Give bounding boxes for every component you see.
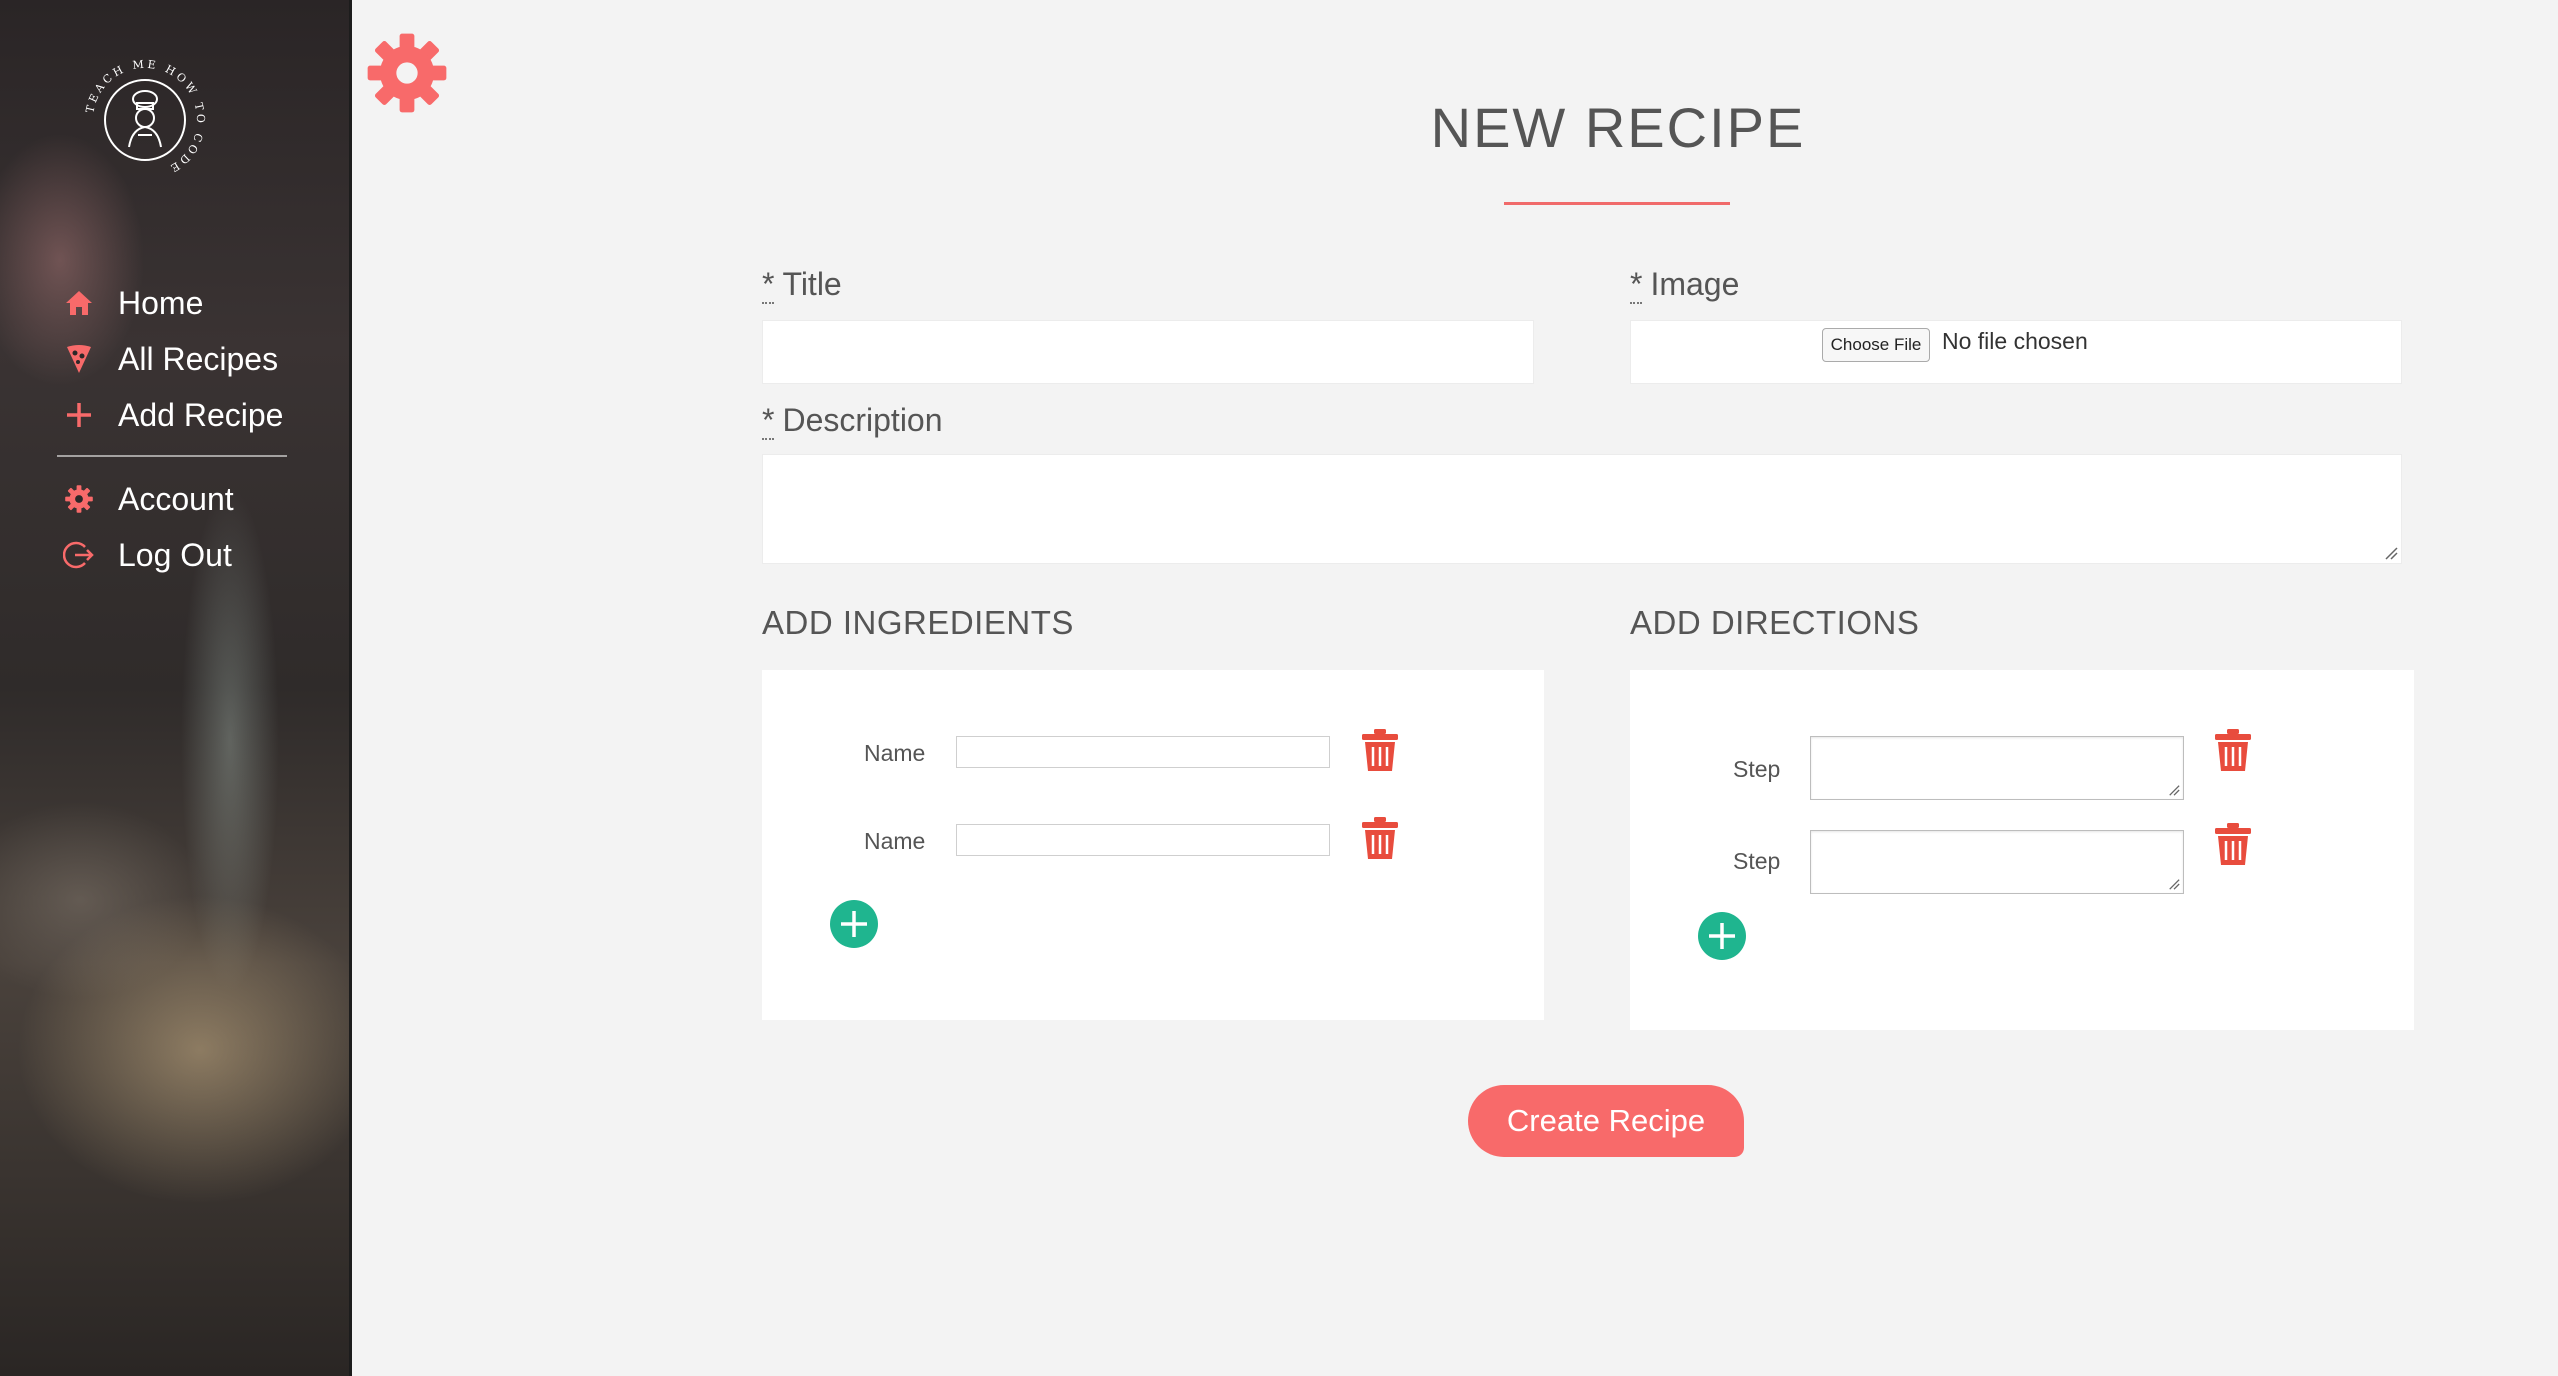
resize-grip-icon[interactable]: [2168, 878, 2180, 890]
sidebar-item-all-recipes[interactable]: All Recipes: [62, 331, 312, 387]
sidebar-item-add-recipe[interactable]: Add Recipe: [62, 387, 312, 443]
description-label: * Description: [762, 402, 943, 440]
sidebar: TEACH ME HOW TO CODE Home All Recipes Ad…: [0, 0, 349, 1376]
logo[interactable]: TEACH ME HOW TO CODE: [80, 55, 210, 185]
ingredient-name-label: Name: [864, 828, 926, 854]
delete-step-trash-icon[interactable]: [2213, 728, 2253, 772]
required-mark: *: [1630, 266, 1643, 304]
sidebar-border: [349, 0, 352, 1376]
direction-step-textarea[interactable]: [1810, 830, 2184, 894]
title-underline: [1504, 202, 1730, 205]
svg-text:TEACH ME HOW TO CODE: TEACH ME HOW TO CODE: [83, 58, 207, 176]
page-title: NEW RECIPE: [1430, 96, 1806, 159]
sidebar-item-label: Home: [118, 284, 204, 321]
image-label: * Image: [1630, 266, 1740, 304]
directions-heading: ADD DIRECTIONS: [1630, 604, 1920, 641]
plus-circle-icon: [1698, 912, 1746, 960]
plus-circle-icon: [830, 900, 878, 948]
resize-grip-icon[interactable]: [2384, 546, 2398, 560]
sidebar-item-home[interactable]: Home: [62, 275, 312, 331]
pizza-icon: [62, 342, 96, 376]
nav-divider: [57, 455, 287, 457]
delete-step-trash-icon[interactable]: [2213, 822, 2253, 866]
title-label: * Title: [762, 266, 842, 304]
ingredient-name-label: Name: [864, 740, 926, 766]
delete-ingredient-trash-icon[interactable]: [1360, 816, 1400, 860]
file-status: No file chosen: [1942, 328, 2088, 354]
add-step-button[interactable]: [1697, 911, 1747, 961]
gear-icon: [62, 482, 96, 516]
direction-step-label: Step: [1733, 848, 1781, 874]
delete-ingredient-trash-icon[interactable]: [1360, 728, 1400, 772]
ingredients-heading: ADD INGREDIENTS: [762, 604, 1074, 641]
ingredient-name-input[interactable]: [956, 736, 1330, 768]
sidebar-item-log-out[interactable]: Log Out: [62, 527, 312, 583]
choose-file-button[interactable]: Choose File: [1822, 328, 1930, 362]
sidebar-item-label: Log Out: [118, 536, 232, 573]
description-textarea[interactable]: [762, 454, 2402, 564]
resize-grip-icon[interactable]: [2168, 784, 2180, 796]
sidebar-item-label: Account: [118, 480, 234, 517]
settings-gear-icon[interactable]: [366, 32, 448, 114]
required-mark: *: [762, 402, 775, 440]
sidebar-item-label: All Recipes: [118, 340, 279, 377]
add-ingredient-button[interactable]: [829, 899, 879, 949]
plus-icon: [62, 398, 96, 432]
title-input[interactable]: [762, 320, 1534, 384]
sidebar-item-account[interactable]: Account: [62, 471, 312, 527]
logout-icon: [62, 538, 96, 572]
sidebar-nav: Home All Recipes Add Recipe Account Log …: [57, 275, 312, 583]
direction-step-label: Step: [1733, 756, 1781, 782]
sidebar-item-label: Add Recipe: [118, 396, 284, 433]
create-recipe-button[interactable]: Create Recipe: [1468, 1085, 1744, 1157]
ingredient-name-input[interactable]: [956, 824, 1330, 856]
direction-step-textarea[interactable]: [1810, 736, 2184, 800]
home-icon: [62, 286, 96, 320]
required-mark: *: [762, 266, 775, 304]
